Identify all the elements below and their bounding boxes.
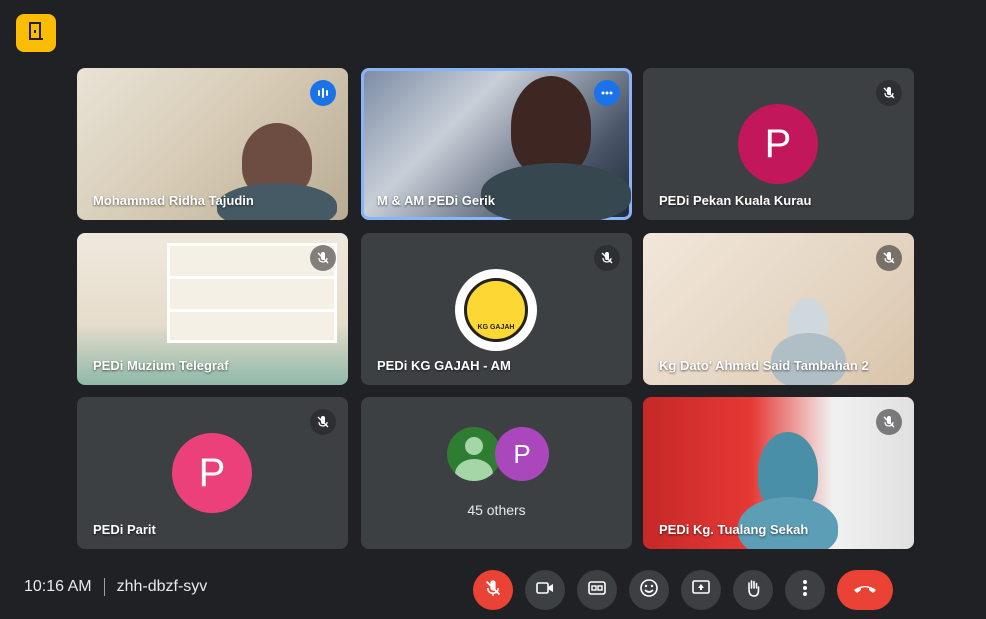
more-options-icon[interactable] — [594, 80, 620, 106]
logo-text: KG GAJAH — [477, 324, 515, 331]
avatar: P — [172, 433, 252, 513]
mic-toggle-button[interactable] — [473, 570, 513, 610]
avatar: P — [495, 427, 549, 481]
participant-name: PEDi KG GAJAH - AM — [377, 358, 511, 373]
mic-off-icon — [594, 245, 620, 271]
mic-off-icon — [876, 80, 902, 106]
participant-name: M & AM PEDi Gerik — [377, 193, 495, 208]
participant-tile[interactable]: PEDi Muzium Telegraf — [77, 233, 348, 385]
present-icon — [691, 579, 711, 602]
emoji-reaction-button[interactable] — [629, 570, 669, 610]
participant-tile[interactable]: Kg Dato' Ahmad Said Tambahan 2 — [643, 233, 914, 385]
participant-name: PEDi Kg. Tualang Sekah — [659, 522, 809, 537]
participant-name: Kg Dato' Ahmad Said Tambahan 2 — [659, 358, 869, 373]
captions-icon — [587, 580, 607, 601]
participant-body — [481, 163, 631, 220]
door-icon — [26, 21, 46, 46]
avatar — [447, 427, 501, 481]
present-screen-button[interactable] — [681, 570, 721, 610]
meeting-info: 10:16 AM zhh-dbzf-syv — [24, 578, 207, 596]
participant-video — [511, 76, 591, 176]
logo-icon: KG GAJAH — [455, 269, 537, 351]
speaking-indicator-icon — [310, 80, 336, 106]
others-tile[interactable]: P 45 others — [361, 397, 632, 549]
divider — [103, 578, 105, 596]
participant-tile[interactable]: P PEDi Pekan Kuala Kurau — [643, 68, 914, 220]
more-options-button[interactable] — [785, 570, 825, 610]
meeting-details-button[interactable] — [16, 14, 56, 52]
participant-name: PEDi Pekan Kuala Kurau — [659, 193, 812, 208]
participant-tile[interactable]: M & AM PEDi Gerik — [361, 68, 632, 220]
captions-button[interactable] — [577, 570, 617, 610]
mic-off-icon — [876, 245, 902, 271]
more-vert-icon — [802, 579, 808, 602]
emoji-icon — [639, 578, 659, 603]
avatar-letter: P — [764, 121, 792, 166]
avatar: P — [738, 104, 818, 184]
leave-call-button[interactable] — [837, 570, 893, 610]
participant-name: PEDi Muzium Telegraf — [93, 358, 229, 373]
others-count-label: 45 others — [467, 502, 526, 518]
meeting-code: zhh-dbzf-syv — [116, 578, 208, 595]
camera-toggle-button[interactable] — [525, 570, 565, 610]
mic-off-icon — [310, 245, 336, 271]
raise-hand-button[interactable] — [733, 570, 773, 610]
avatar-letter: P — [198, 450, 226, 495]
participant-name: Mohammad Ridha Tajudin — [93, 193, 254, 208]
mic-off-icon — [310, 409, 336, 435]
participant-tile[interactable]: P PEDi Parit — [77, 397, 348, 549]
avatar-letter: P — [513, 438, 531, 469]
participant-name: PEDi Parit — [93, 522, 156, 537]
hand-icon — [743, 578, 763, 603]
clock-time: 10:16 AM — [24, 578, 92, 595]
mic-off-icon — [484, 579, 502, 602]
participant-tile[interactable]: PEDi Kg. Tualang Sekah — [643, 397, 914, 549]
mic-off-icon — [876, 409, 902, 435]
camera-icon — [535, 580, 555, 601]
participant-tile[interactable]: Mohammad Ridha Tajudin — [77, 68, 348, 220]
participant-tile[interactable]: KG GAJAH PEDi KG GAJAH - AM — [361, 233, 632, 385]
hang-up-icon — [852, 581, 878, 599]
